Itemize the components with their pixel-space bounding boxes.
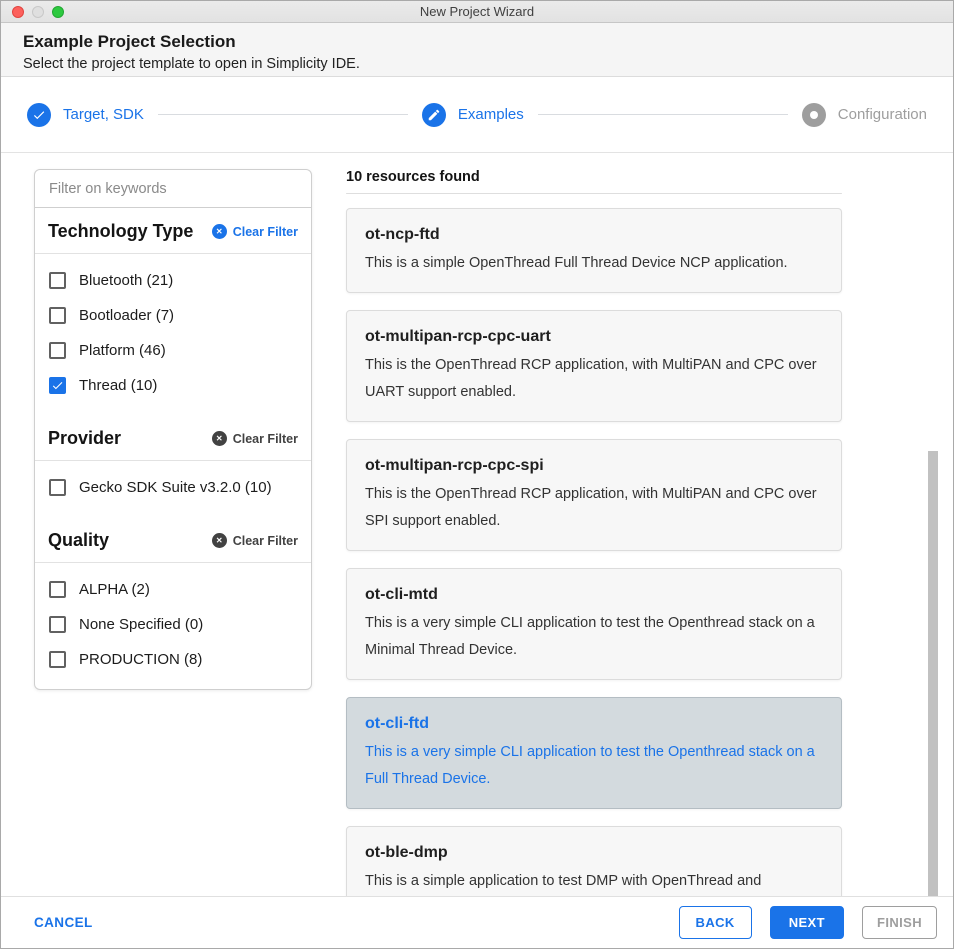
next-button[interactable]: NEXT	[770, 906, 844, 939]
filter-section-quality: Quality ✕ Clear Filter ALPHA (2) None Specif…	[35, 517, 311, 689]
window-title: New Project Wizard	[1, 1, 953, 23]
cancel-button[interactable]: CANCEL	[34, 915, 93, 930]
step-label: Examples	[458, 106, 524, 123]
example-card-ot-multipan-rcp-cpc-spi[interactable]: ot-multipan-rcp-cpc-spi This is the OpenT…	[346, 439, 842, 551]
filter-option-label: Thread (10)	[79, 377, 157, 394]
wizard-content: Technology Type ✕ Clear Filter Bluetooth (2…	[1, 153, 953, 896]
filter-option-label: PRODUCTION (8)	[79, 651, 202, 668]
page-subtitle: Select the project template to open in S…	[23, 56, 953, 72]
filter-option-label: None Specified (0)	[79, 616, 203, 633]
checkbox-unchecked-icon[interactable]	[49, 307, 66, 324]
pencil-icon	[422, 103, 446, 127]
card-description: This is a very simple CLI application to…	[365, 610, 821, 664]
filter-section-header: Technology Type ✕ Clear Filter	[35, 208, 311, 254]
pending-step-icon	[802, 103, 826, 127]
example-card-ot-multipan-rcp-cpc-uart[interactable]: ot-multipan-rcp-cpc-uart This is the Open…	[346, 310, 842, 422]
card-title: ot-multipan-rcp-cpc-uart	[365, 328, 821, 346]
wizard-header: Example Project Selection Select the pro…	[1, 23, 953, 77]
filter-options: Bluetooth (21) Bootloader (7) Platform (46…	[35, 254, 311, 415]
filter-section-title: Technology Type	[48, 221, 193, 242]
card-title: ot-cli-ftd	[365, 715, 821, 733]
card-description: This is a very simple CLI application to…	[365, 739, 821, 793]
filter-option-label: Gecko SDK Suite v3.2.0 (10)	[79, 479, 272, 496]
clear-filter-x-icon: ✕	[212, 431, 227, 446]
example-card-ot-cli-ftd[interactable]: ot-cli-ftd This is a very simple CLI appl…	[346, 697, 842, 809]
filter-section-header: Provider ✕ Clear Filter	[35, 415, 311, 461]
filter-option-label: Bootloader (7)	[79, 307, 174, 324]
title-bar: New Project Wizard	[1, 1, 953, 23]
filter-option-label: Platform (46)	[79, 342, 166, 359]
step-label: Configuration	[838, 106, 927, 123]
filter-option-alpha-2[interactable]: ALPHA (2)	[35, 572, 311, 607]
checkbox-unchecked-icon[interactable]	[49, 616, 66, 633]
step-label: Target, SDK	[63, 106, 144, 123]
filter-option-platform-46[interactable]: Platform (46)	[35, 333, 311, 368]
filter-section-title: Provider	[48, 428, 121, 449]
checkbox-checked-icon[interactable]	[49, 377, 66, 394]
filter-option-bootloader-7[interactable]: Bootloader (7)	[35, 298, 311, 333]
filter-section-technology-type: Technology Type ✕ Clear Filter Bluetooth (2…	[35, 208, 311, 415]
finish-button[interactable]: FINISH	[862, 906, 937, 939]
card-description: This is a simple OpenThread Full Thread …	[365, 250, 821, 277]
filter-option-none-specified-0[interactable]: None Specified (0)	[35, 607, 311, 642]
step-target-sdk[interactable]: Target, SDK	[27, 103, 144, 127]
wizard-footer: CANCEL BACK NEXT FINISH	[1, 896, 953, 948]
card-title: ot-multipan-rcp-cpc-spi	[365, 457, 821, 475]
back-button[interactable]: BACK	[679, 906, 752, 939]
page-title: Example Project Selection	[23, 32, 953, 52]
clear-filter-x-icon: ✕	[212, 533, 227, 548]
new-project-wizard-window: New Project Wizard Example Project Selec…	[0, 0, 954, 949]
keyword-filter-input[interactable]	[35, 170, 311, 208]
results-divider	[346, 193, 842, 194]
filter-option-label: ALPHA (2)	[79, 581, 150, 598]
filter-option-bluetooth-21[interactable]: Bluetooth (21)	[35, 263, 311, 298]
clear-filter-button-provider[interactable]: ✕ Clear Filter	[212, 431, 298, 446]
clear-filter-button-technology-type[interactable]: ✕ Clear Filter	[212, 224, 298, 239]
step-examples[interactable]: Examples	[422, 103, 524, 127]
step-configuration: Configuration	[802, 103, 927, 127]
step-connector	[158, 114, 408, 115]
filter-options: Gecko SDK Suite v3.2.0 (10)	[35, 461, 311, 517]
card-description: This is the OpenThread RCP application, …	[365, 352, 821, 406]
wizard-stepper: Target, SDK Examples Configuration	[1, 77, 953, 153]
clear-filter-label: Clear Filter	[233, 534, 298, 548]
filter-section-title: Quality	[48, 530, 109, 551]
filter-option-thread-10[interactable]: Thread (10)	[35, 368, 311, 403]
filter-section-provider: Provider ✕ Clear Filter Gecko SDK Suite v3.…	[35, 415, 311, 517]
check-icon	[27, 103, 51, 127]
clear-filter-button-quality[interactable]: ✕ Clear Filter	[212, 533, 298, 548]
filter-panel: Technology Type ✕ Clear Filter Bluetooth (2…	[34, 169, 312, 690]
filter-options: ALPHA (2) None Specified (0) PRODUCTION (8…	[35, 563, 311, 689]
filter-option-production-8[interactable]: PRODUCTION (8)	[35, 642, 311, 677]
example-card-ot-cli-mtd[interactable]: ot-cli-mtd This is a very simple CLI appl…	[346, 568, 842, 680]
filter-option-label: Bluetooth (21)	[79, 272, 173, 289]
card-title: ot-ncp-ftd	[365, 226, 821, 244]
checkbox-unchecked-icon[interactable]	[49, 342, 66, 359]
checkbox-unchecked-icon[interactable]	[49, 651, 66, 668]
clear-filter-label: Clear Filter	[233, 225, 298, 239]
example-card-list: ot-ncp-ftd This is a simple OpenThread Fu…	[346, 208, 842, 949]
step-connector	[538, 114, 788, 115]
checkbox-unchecked-icon[interactable]	[49, 479, 66, 496]
card-title: ot-ble-dmp	[365, 844, 821, 862]
results-count: 10 resources found	[346, 169, 480, 185]
filter-section-header: Quality ✕ Clear Filter	[35, 517, 311, 563]
filter-sections: Technology Type ✕ Clear Filter Bluetooth (2…	[35, 208, 311, 689]
checkbox-unchecked-icon[interactable]	[49, 272, 66, 289]
filter-option-gecko-sdk-suite-v3-2-0-10[interactable]: Gecko SDK Suite v3.2.0 (10)	[35, 470, 311, 505]
clear-filter-x-icon: ✕	[212, 224, 227, 239]
example-card-ot-ncp-ftd[interactable]: ot-ncp-ftd This is a simple OpenThread Fu…	[346, 208, 842, 293]
checkbox-unchecked-icon[interactable]	[49, 581, 66, 598]
card-description: This is the OpenThread RCP application, …	[365, 481, 821, 535]
card-title: ot-cli-mtd	[365, 586, 821, 604]
clear-filter-label: Clear Filter	[233, 432, 298, 446]
vertical-scrollbar-thumb[interactable]	[928, 451, 938, 898]
